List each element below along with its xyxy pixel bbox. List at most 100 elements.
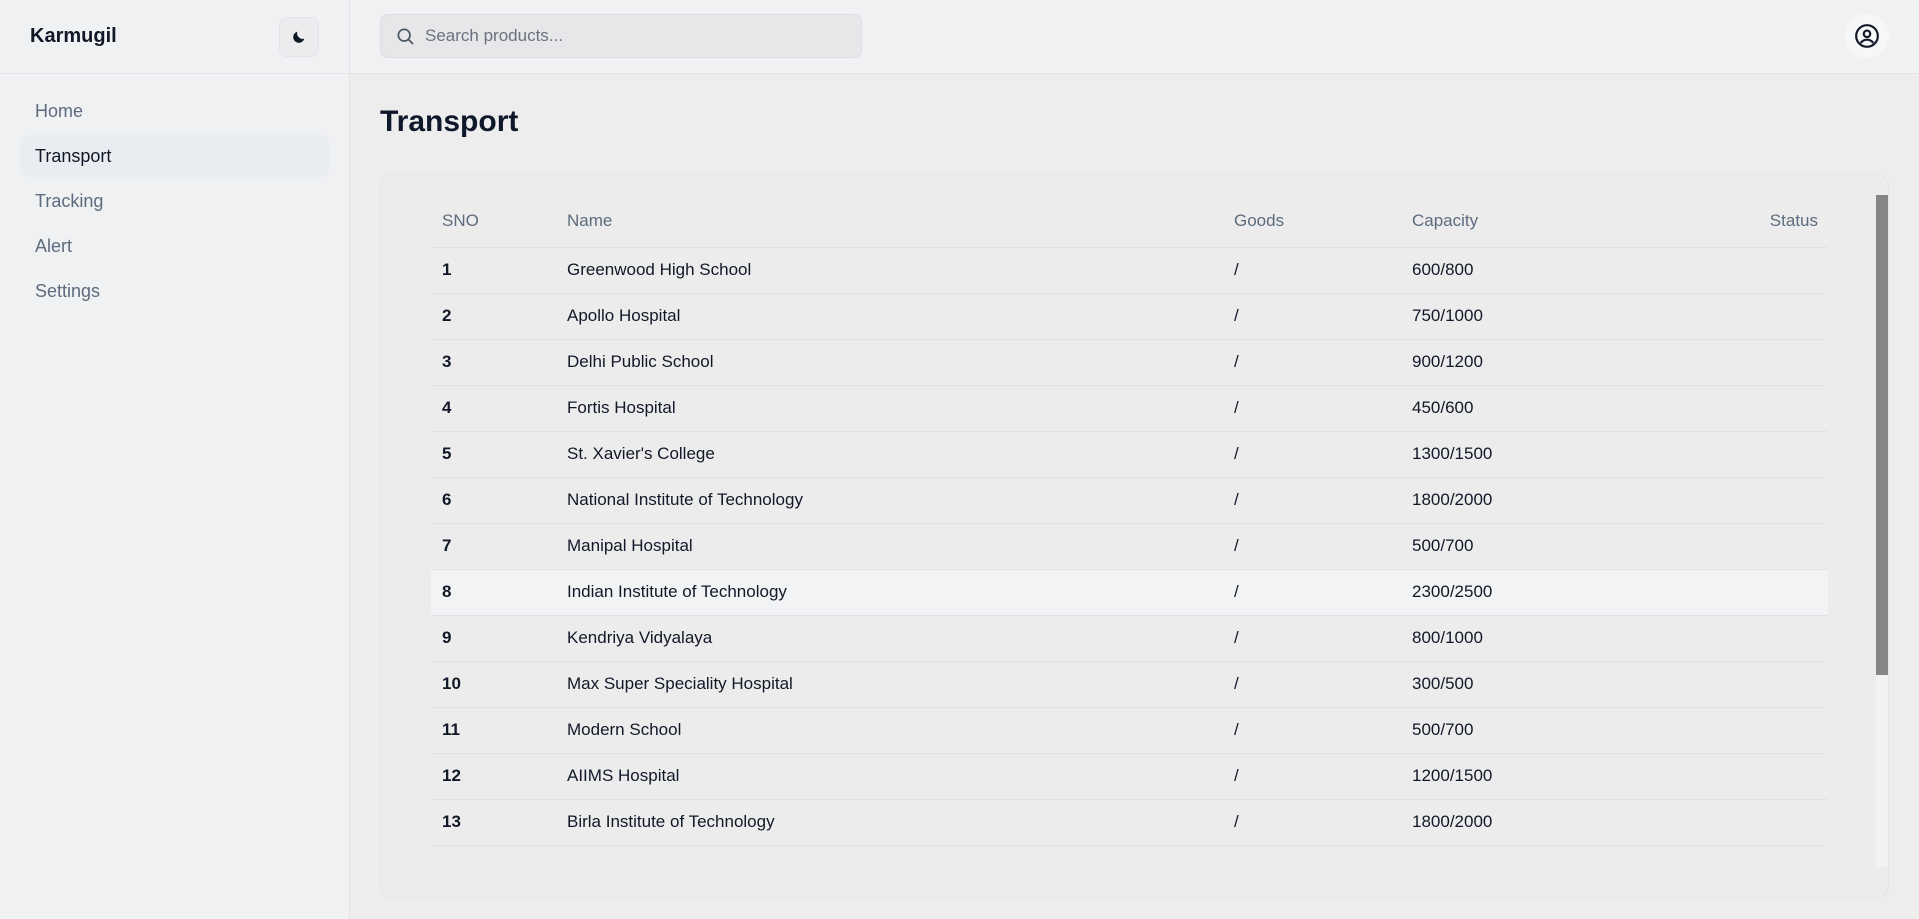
sidebar-item-alert[interactable]: Alert [20, 225, 329, 267]
cell-status [1701, 293, 1828, 340]
sidebar-item-label: Home [35, 100, 84, 121]
table-row[interactable]: 11 Modern School / 500/700 [431, 707, 1828, 754]
profile-button[interactable] [1845, 14, 1889, 58]
cell-sno: 5 [431, 431, 556, 478]
vertical-scrollbar[interactable] [1876, 195, 1888, 867]
cell-goods: / [1223, 431, 1401, 478]
sidebar-item-label: Transport [35, 145, 112, 166]
sidebar-item-home[interactable]: Home [20, 90, 329, 132]
cell-sno: 3 [431, 339, 556, 386]
cell-capacity: 2300/2500 [1401, 569, 1701, 616]
cell-capacity: 500/700 [1401, 523, 1701, 570]
cell-name: Kendriya Vidyalaya [556, 615, 1223, 662]
scrollbar-thumb[interactable] [1876, 195, 1888, 675]
table-row[interactable]: 3 Delhi Public School / 900/1200 [431, 339, 1828, 386]
cell-status [1701, 431, 1828, 478]
cell-status [1701, 799, 1828, 846]
cell-name: Greenwood High School [556, 247, 1223, 294]
cell-sno: 8 [431, 569, 556, 616]
cell-goods: / [1223, 799, 1401, 846]
cell-sno: 11 [431, 707, 556, 754]
cell-status [1701, 523, 1828, 570]
cell-status [1701, 247, 1828, 294]
column-header-goods: Goods [1223, 195, 1401, 248]
cell-capacity: 1800/2000 [1401, 477, 1701, 524]
top-bar [350, 0, 1919, 74]
sidebar-item-transport[interactable]: Transport [20, 135, 329, 177]
cell-goods: / [1223, 385, 1401, 432]
cell-capacity: 600/800 [1401, 247, 1701, 294]
transport-table: SNO Name Goods Capacity Status 1 Greenwo… [431, 195, 1828, 846]
cell-name: Fortis Hospital [556, 385, 1223, 432]
theme-toggle-button[interactable] [279, 16, 319, 57]
column-header-name: Name [556, 195, 1223, 248]
table-row[interactable]: 13 Birla Institute of Technology / 1800/… [431, 799, 1828, 846]
search-box[interactable] [380, 14, 862, 58]
cell-goods: / [1223, 339, 1401, 386]
cell-capacity: 1800/2000 [1401, 799, 1701, 846]
cell-goods: / [1223, 477, 1401, 524]
cell-name: Indian Institute of Technology [556, 569, 1223, 616]
cell-sno: 13 [431, 799, 556, 846]
cell-sno: 9 [431, 615, 556, 662]
sidebar-item-label: Tracking [35, 190, 104, 211]
cell-sno: 4 [431, 385, 556, 432]
cell-name: Modern School [556, 707, 1223, 754]
table-row[interactable]: 2 Apollo Hospital / 750/1000 [431, 293, 1828, 340]
cell-name: Birla Institute of Technology [556, 799, 1223, 846]
cell-status [1701, 661, 1828, 708]
cell-capacity: 900/1200 [1401, 339, 1701, 386]
table-row[interactable]: 5 St. Xavier's College / 1300/1500 [431, 431, 1828, 478]
sidebar-nav: Home Transport Tracking Alert Settings [0, 74, 349, 331]
cell-capacity: 1200/1500 [1401, 753, 1701, 800]
cell-name: National Institute of Technology [556, 477, 1223, 524]
table-row[interactable]: 6 National Institute of Technology / 180… [431, 477, 1828, 524]
table-row[interactable]: 4 Fortis Hospital / 450/600 [431, 385, 1828, 432]
page-title: Transport [380, 105, 519, 138]
table-row[interactable]: 7 Manipal Hospital / 500/700 [431, 523, 1828, 570]
cell-status [1701, 569, 1828, 616]
cell-goods: / [1223, 569, 1401, 616]
cell-name: St. Xavier's College [556, 431, 1223, 478]
user-circle-icon [1855, 24, 1879, 48]
cell-sno: 12 [431, 753, 556, 800]
sidebar-item-label: Settings [35, 280, 101, 301]
cell-goods: / [1223, 707, 1401, 754]
cell-name: Apollo Hospital [556, 293, 1223, 340]
table-row[interactable]: 9 Kendriya Vidyalaya / 800/1000 [431, 615, 1828, 662]
cell-sno: 7 [431, 523, 556, 570]
cell-status [1701, 339, 1828, 386]
cell-goods: / [1223, 247, 1401, 294]
cell-goods: / [1223, 661, 1401, 708]
table-header-row: SNO Name Goods Capacity Status [431, 195, 1828, 248]
table-row[interactable]: 10 Max Super Speciality Hospital / 300/5… [431, 661, 1828, 708]
sidebar-item-label: Alert [35, 235, 73, 256]
cell-goods: / [1223, 753, 1401, 800]
cell-name: Manipal Hospital [556, 523, 1223, 570]
sidebar-item-tracking[interactable]: Tracking [20, 180, 329, 222]
cell-capacity: 450/600 [1401, 385, 1701, 432]
table-row[interactable]: 1 Greenwood High School / 600/800 [431, 247, 1828, 294]
cell-goods: / [1223, 615, 1401, 662]
cell-sno: 1 [431, 247, 556, 294]
sidebar-item-settings[interactable]: Settings [20, 270, 329, 312]
cell-status [1701, 615, 1828, 662]
cell-status [1701, 477, 1828, 524]
moon-icon [293, 31, 305, 43]
cell-capacity: 500/700 [1401, 707, 1701, 754]
cell-capacity: 800/1000 [1401, 615, 1701, 662]
cell-name: Max Super Speciality Hospital [556, 661, 1223, 708]
table-scroll-area[interactable]: SNO Name Goods Capacity Status 1 Greenwo… [431, 195, 1828, 867]
search-input[interactable] [425, 26, 847, 46]
cell-sno: 10 [431, 661, 556, 708]
cell-sno: 2 [431, 293, 556, 340]
transport-table-card: SNO Name Goods Capacity Status 1 Greenwo… [380, 174, 1889, 898]
table-row-hovered[interactable]: 8 Indian Institute of Technology / 2300/… [431, 569, 1828, 616]
sidebar-header: Karmugil [0, 0, 349, 74]
cell-capacity: 750/1000 [1401, 293, 1701, 340]
cell-name: AIIMS Hospital [556, 753, 1223, 800]
cell-status [1701, 707, 1828, 754]
cell-goods: / [1223, 523, 1401, 570]
column-header-capacity: Capacity [1401, 195, 1701, 248]
table-row[interactable]: 12 AIIMS Hospital / 1200/1500 [431, 753, 1828, 800]
